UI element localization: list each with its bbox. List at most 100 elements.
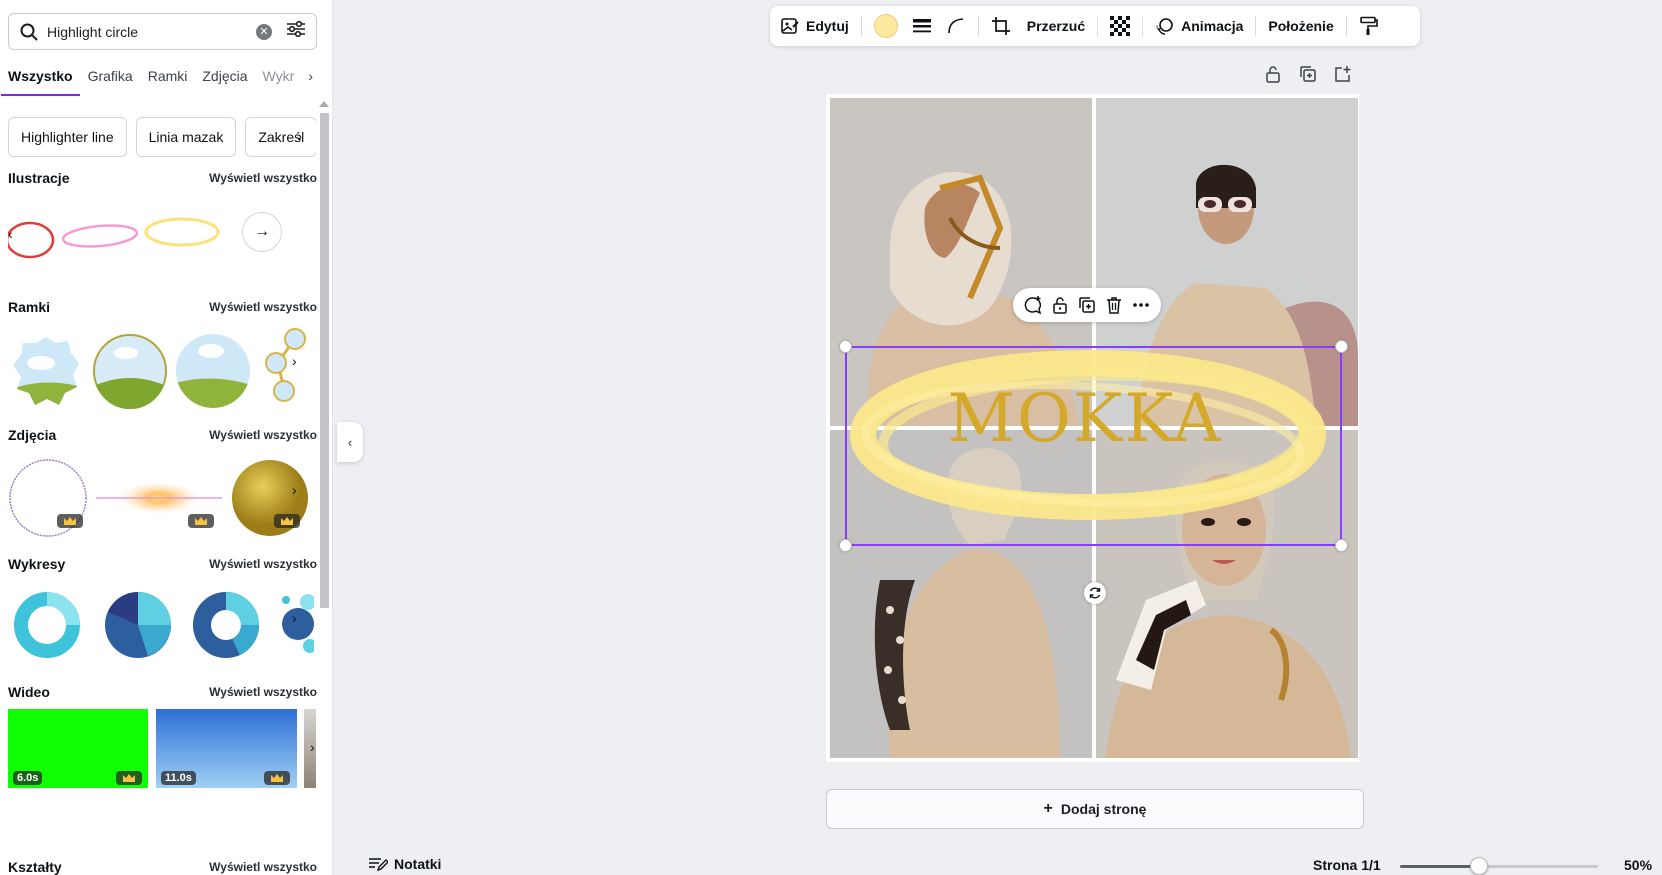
tabs-next-icon[interactable]: › bbox=[308, 68, 313, 84]
frames-row: › bbox=[8, 328, 317, 413]
selection-box[interactable] bbox=[845, 346, 1342, 546]
image-edit-icon bbox=[781, 18, 799, 34]
chips-next-icon[interactable]: › bbox=[297, 128, 302, 144]
toolbar-divider bbox=[1345, 16, 1347, 36]
position-label: Położenie bbox=[1268, 18, 1334, 34]
molecule-frame[interactable] bbox=[258, 323, 308, 405]
circle-frame[interactable] bbox=[175, 333, 251, 409]
corner-radius-icon bbox=[947, 18, 963, 34]
toolbar-divider bbox=[1255, 16, 1257, 36]
search-value[interactable]: Highlight circle bbox=[47, 24, 256, 40]
donut-chart-thumb[interactable] bbox=[12, 590, 82, 660]
section-video-header: Wideo Wyświetl wszystko bbox=[8, 684, 317, 700]
section-title: Wideo bbox=[8, 684, 50, 700]
border-style-button[interactable] bbox=[912, 6, 932, 46]
notes-icon bbox=[369, 858, 388, 872]
animation-label: Animacja bbox=[1181, 18, 1244, 34]
toolbar-divider bbox=[1142, 16, 1144, 36]
resize-handle-top-left[interactable] bbox=[839, 340, 852, 353]
photos-row: › bbox=[8, 458, 317, 540]
resize-handle-bottom-right[interactable] bbox=[1335, 539, 1348, 552]
view-all-link[interactable]: Wyświetl wszystko bbox=[209, 860, 317, 874]
yellow-circle-illustration[interactable] bbox=[142, 212, 222, 252]
element-context-menu bbox=[1013, 288, 1161, 322]
paint-roller-icon bbox=[1359, 16, 1378, 35]
view-all-link[interactable]: Wyświetl wszystko bbox=[209, 171, 317, 185]
video-next-icon[interactable]: › bbox=[310, 739, 315, 755]
lock-icon[interactable] bbox=[1050, 295, 1070, 315]
zoom-slider-fill bbox=[1400, 865, 1480, 868]
tab-photos[interactable]: Zdjęcia bbox=[202, 66, 247, 96]
tab-charts[interactable]: Wykr bbox=[263, 66, 295, 96]
animation-button[interactable]: Animacja bbox=[1155, 6, 1243, 46]
tab-graphics[interactable]: Grafika bbox=[88, 66, 133, 96]
view-all-link[interactable]: Wyświetl wszystko bbox=[209, 428, 317, 442]
toolbar-divider bbox=[1097, 16, 1099, 36]
chip-highlighter-line[interactable]: Highlighter line bbox=[8, 117, 127, 157]
transparency-icon bbox=[1110, 16, 1131, 36]
illustrations-prev-icon[interactable]: ‹ bbox=[8, 226, 13, 242]
more-options-icon[interactable] bbox=[1131, 295, 1151, 315]
pink-circle-illustration[interactable] bbox=[60, 218, 140, 254]
flip-button[interactable]: Przerzuć bbox=[1027, 6, 1085, 46]
charts-next-icon[interactable]: › bbox=[292, 610, 297, 626]
edit-label: Edytuj bbox=[806, 18, 849, 34]
scroll-up-icon[interactable] bbox=[319, 101, 329, 107]
copy-style-button[interactable] bbox=[1359, 6, 1379, 46]
section-frames-header: Ramki Wyświetl wszystko bbox=[8, 299, 317, 315]
transparency-button[interactable] bbox=[1110, 6, 1131, 46]
frames-next-icon[interactable]: › bbox=[292, 353, 297, 369]
collapse-panel-button[interactable]: ‹ bbox=[337, 422, 363, 462]
red-circle-illustration[interactable] bbox=[8, 218, 58, 262]
rotate-handle[interactable] bbox=[1084, 582, 1106, 604]
pie-chart-thumb[interactable] bbox=[103, 590, 173, 660]
trash-icon[interactable] bbox=[1104, 295, 1124, 315]
color-swatch-button[interactable] bbox=[873, 6, 898, 46]
view-all-link[interactable]: Wyświetl wszystko bbox=[209, 557, 317, 571]
comment-add-icon[interactable] bbox=[1023, 295, 1043, 315]
premium-crown-icon bbox=[274, 514, 300, 528]
badge-frame[interactable] bbox=[11, 335, 81, 409]
filter-icon[interactable] bbox=[286, 20, 306, 43]
resize-handle-top-right[interactable] bbox=[1335, 340, 1348, 353]
photos-next-icon[interactable]: › bbox=[292, 482, 297, 498]
clear-search-icon[interactable]: ✕ bbox=[256, 23, 272, 40]
edit-image-button[interactable]: Edytuj bbox=[780, 6, 849, 46]
section-illustrations-header: Ilustracje Wyświetl wszystko bbox=[8, 170, 317, 186]
illustrations-more-button[interactable]: → bbox=[242, 212, 282, 252]
view-all-link[interactable]: Wyświetl wszystko bbox=[209, 300, 317, 314]
panel-scrollbar[interactable] bbox=[320, 113, 329, 608]
add-page-button[interactable]: + Dodaj stronę bbox=[826, 789, 1364, 829]
chip-linia-mazak[interactable]: Linia mazak bbox=[135, 117, 237, 157]
duplicate-icon[interactable] bbox=[1077, 295, 1097, 315]
donut-chart-thumb-2[interactable] bbox=[191, 590, 261, 660]
crop-button[interactable] bbox=[991, 6, 1011, 46]
video-duration: 6.0s bbox=[13, 771, 43, 785]
page-indicator[interactable]: Strona 1/1 bbox=[1313, 857, 1381, 873]
section-title: Wykresy bbox=[8, 556, 66, 572]
toolbar-divider bbox=[860, 16, 862, 36]
tab-all[interactable]: Wszystko bbox=[1, 66, 80, 96]
search-input[interactable]: Highlight circle ✕ bbox=[8, 13, 317, 50]
tab-frames[interactable]: Ramki bbox=[148, 66, 188, 96]
suggestion-chips: Highlighter line Linia mazak Zakreśl › bbox=[8, 117, 316, 157]
add-page-icon[interactable] bbox=[1333, 64, 1353, 84]
premium-crown-icon bbox=[116, 771, 142, 785]
notes-button[interactable]: Notatki bbox=[368, 856, 441, 872]
context-toolbar: Edytuj Przerzuć Animacja Położenie bbox=[770, 6, 1420, 46]
section-shapes-header: Kształty Wyświetl wszystko bbox=[8, 859, 317, 875]
corner-rounding-button[interactable] bbox=[946, 6, 966, 46]
chip-zakresl[interactable]: Zakreśl bbox=[245, 117, 316, 157]
zoom-level[interactable]: 50% bbox=[1624, 857, 1652, 873]
section-charts-header: Wykresy Wyświetl wszystko bbox=[8, 556, 317, 572]
premium-crown-icon bbox=[57, 514, 83, 528]
position-button[interactable]: Położenie bbox=[1268, 6, 1333, 46]
lens-flare-photo[interactable] bbox=[96, 480, 222, 516]
view-all-link[interactable]: Wyświetl wszystko bbox=[209, 685, 317, 699]
search-icon bbox=[19, 22, 39, 42]
color-swatch bbox=[873, 14, 898, 38]
resize-handle-bottom-left[interactable] bbox=[839, 539, 852, 552]
lock-icon[interactable] bbox=[1263, 64, 1283, 84]
duplicate-page-icon[interactable] bbox=[1298, 64, 1318, 84]
circle-frame-gold[interactable] bbox=[92, 333, 168, 409]
